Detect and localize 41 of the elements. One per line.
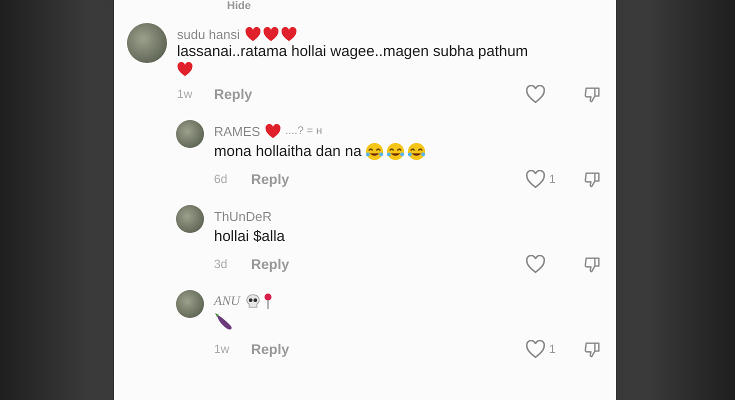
avatar[interactable] xyxy=(176,120,204,148)
heart-emoji-icon xyxy=(262,26,279,42)
reply-link[interactable]: Reply xyxy=(251,256,290,272)
reply-link[interactable]: Reply xyxy=(251,171,290,187)
username[interactable]: RAMES xyxy=(214,124,260,138)
avatar[interactable] xyxy=(176,290,204,318)
comment-text: lassanai..ratama hollai wagee..magen subha pathum xyxy=(177,43,528,60)
like-button[interactable] xyxy=(525,170,546,188)
reply-link[interactable]: Reply xyxy=(214,86,252,102)
username[interactable]: sudu hansi xyxy=(177,26,240,42)
heart-emoji-icon xyxy=(280,26,297,42)
dislike-button[interactable] xyxy=(583,170,602,188)
username[interactable]: ThUnDeR xyxy=(214,208,272,224)
comment-time: 6d xyxy=(214,172,228,186)
laughing-face-icon xyxy=(406,142,426,160)
like-count: 1 xyxy=(549,172,556,186)
username[interactable]: ANU xyxy=(214,293,240,309)
dislike-button[interactable] xyxy=(583,84,602,104)
like-button[interactable] xyxy=(525,340,546,358)
hide-link[interactable]: Hide xyxy=(227,0,251,13)
heart-emoji-icon xyxy=(244,26,261,42)
laughing-face-icon xyxy=(364,142,384,160)
dislike-button[interactable] xyxy=(583,340,602,358)
comment-time: 3d xyxy=(214,257,228,271)
like-button[interactable] xyxy=(525,254,546,274)
laughing-face-icon xyxy=(386,142,405,160)
like-count: 1 xyxy=(549,342,556,356)
comment-time: 1w xyxy=(214,342,230,356)
comment-text: hollai $alla xyxy=(214,228,285,244)
reply-link[interactable]: Reply xyxy=(251,341,290,357)
dislike-button[interactable] xyxy=(583,254,602,274)
skull-icon xyxy=(245,294,261,308)
heart-emoji-icon xyxy=(265,124,282,138)
heart-emoji-icon xyxy=(177,62,193,77)
comment-time: 1w xyxy=(177,87,194,101)
pin-icon xyxy=(263,293,273,309)
username-suffix: ....? = н xyxy=(285,125,322,137)
avatar[interactable] xyxy=(176,205,204,233)
avatar[interactable] xyxy=(127,23,167,63)
comment-text: mona hollaitha dan na xyxy=(214,142,362,160)
like-button[interactable] xyxy=(525,84,546,104)
